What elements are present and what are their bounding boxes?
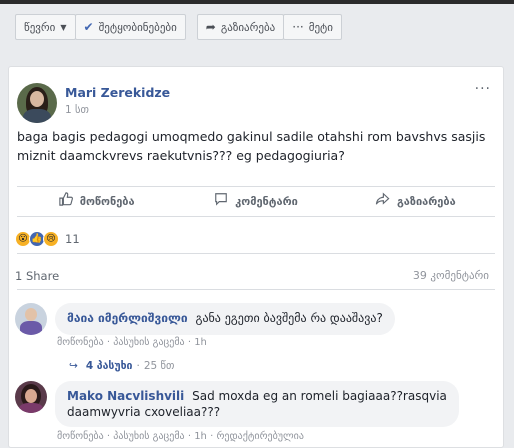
commenter-name[interactable]: Mako Nacvlishvili bbox=[67, 389, 184, 403]
comment-bubble: Mako Nacvlishvili Sad moxda eg an romeli… bbox=[55, 381, 459, 427]
caret-down-icon: ▼ bbox=[60, 22, 67, 32]
post-text: baga bagis pedagogi umoqmedo gakinul sad… bbox=[17, 129, 486, 163]
comment-item: Mako Nacvlishvili Sad moxda eg an romeli… bbox=[15, 381, 459, 427]
replies-time: 25 წთ bbox=[143, 360, 175, 372]
comment-like-link[interactable]: მოწონება bbox=[57, 337, 104, 348]
checkmark-icon: ✔ bbox=[83, 20, 94, 34]
comment-item: მაია იმერლიშვილი განა ეგეთი ბავშემა რა დ… bbox=[15, 303, 395, 335]
post-actions: მოწონება კომენტარი გაზიარება bbox=[17, 187, 495, 215]
group-toolbar: წევრი ▼ ✔ შეტყობინებები ➦ გაზიარება ··· … bbox=[15, 14, 342, 42]
thumbs-up-icon bbox=[59, 192, 73, 210]
reply-arrow-icon: ↪ bbox=[69, 360, 78, 372]
share-group-label: გაზიარება bbox=[220, 20, 276, 34]
comment-count[interactable]: 39 კომენტარი bbox=[413, 269, 489, 282]
notifications-button[interactable]: ✔ შეტყობინებები bbox=[74, 14, 186, 40]
divider bbox=[17, 216, 495, 217]
comment-reply-link[interactable]: პასუხის გაცემა bbox=[113, 431, 184, 442]
comment-meta: მოწონება · პასუხის გაცემა · 1h bbox=[57, 337, 207, 348]
share-icon bbox=[375, 192, 390, 210]
ellipsis-icon: ··· bbox=[292, 20, 304, 34]
comment-button[interactable]: კომენტარი bbox=[176, 187, 335, 215]
commenter-avatar[interactable] bbox=[15, 303, 47, 335]
view-replies-link[interactable]: ↪ 4 პასუხი · 25 წთ bbox=[69, 360, 174, 372]
post-options-icon[interactable]: ··· bbox=[475, 81, 491, 97]
sad-reaction-icon: 😢 bbox=[43, 231, 59, 247]
member-dropdown-button[interactable]: წევრი ▼ bbox=[15, 14, 76, 40]
share-button[interactable]: გაზიარება bbox=[336, 187, 495, 215]
like-button[interactable]: მოწონება bbox=[17, 187, 176, 215]
comment-time[interactable]: 1h bbox=[194, 337, 207, 348]
comment-reply-link[interactable]: პასუხის გაცემა bbox=[113, 337, 184, 348]
share-group-button[interactable]: ➦ გაზიარება bbox=[196, 14, 285, 40]
more-button[interactable]: ··· მეტი bbox=[283, 14, 342, 40]
comment-time[interactable]: 1h bbox=[194, 431, 207, 442]
post-card: Mari Zerekidze 1 სთ ··· baga bagis pedag… bbox=[8, 66, 504, 448]
notifications-label: შეტყობინებები bbox=[98, 20, 177, 34]
divider bbox=[17, 289, 495, 290]
more-label: მეტი bbox=[308, 20, 333, 34]
commenter-name[interactable]: მაია იმერლიშვილი bbox=[67, 311, 188, 325]
divider bbox=[17, 253, 495, 254]
share-arrow-icon: ➦ bbox=[205, 20, 216, 34]
reaction-count: 11 bbox=[65, 232, 80, 246]
author-avatar[interactable] bbox=[17, 83, 57, 123]
comment-like-link[interactable]: მოწონება bbox=[57, 431, 104, 442]
reactions-summary[interactable]: 😮 👍 😢 11 bbox=[15, 231, 80, 247]
post-timestamp[interactable]: 1 სთ bbox=[65, 104, 89, 116]
share-count[interactable]: 1 Share bbox=[15, 269, 59, 283]
comment-text: განა ეგეთი ბავშემა რა დააშავა? bbox=[195, 311, 383, 325]
like-label: მოწონება bbox=[79, 194, 135, 208]
share-label: გაზიარება bbox=[396, 194, 456, 208]
member-label: წევრი bbox=[24, 20, 56, 34]
commenter-avatar[interactable] bbox=[15, 381, 47, 413]
comment-bubble: მაია იმერლიშვილი განა ეგეთი ბავშემა რა დ… bbox=[55, 303, 395, 335]
comment-edited-label: რედაქტირებულია bbox=[216, 431, 304, 442]
comment-label: კომენტარი bbox=[235, 194, 298, 208]
replies-count: 4 პასუხი bbox=[85, 360, 133, 372]
comment-bubble-icon bbox=[214, 192, 228, 210]
cover-photo-strip bbox=[0, 0, 514, 4]
author-name[interactable]: Mari Zerekidze bbox=[65, 85, 170, 100]
comment-meta: მოწონება · პასუხის გაცემა · 1h · რედაქტი… bbox=[57, 431, 304, 442]
